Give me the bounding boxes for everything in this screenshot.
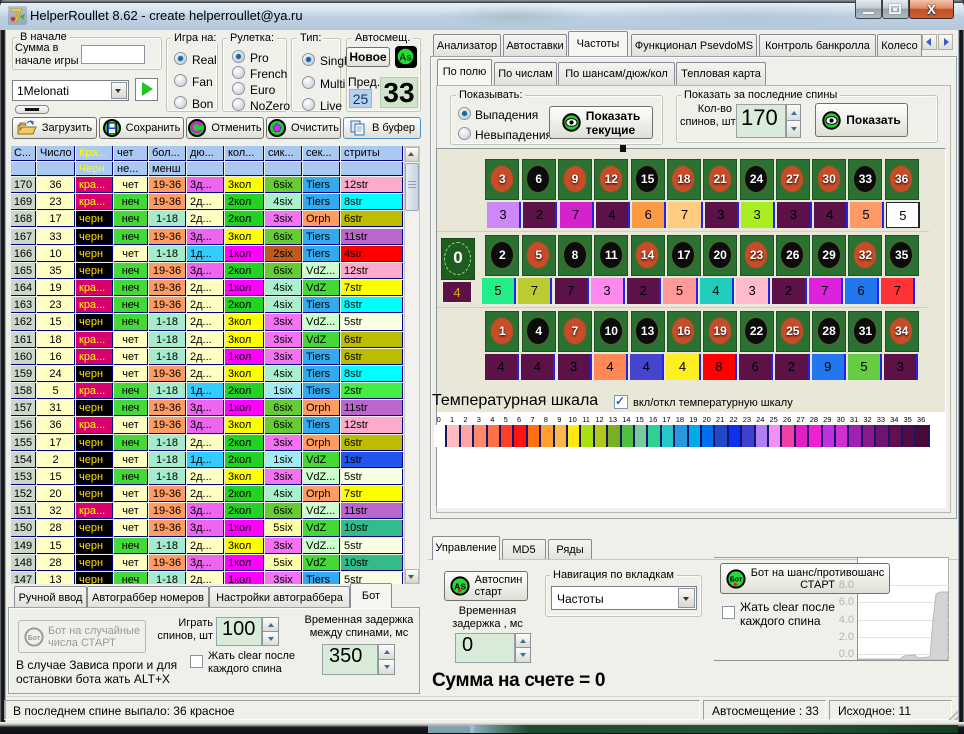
svg-text:Бот: Бот	[729, 576, 742, 583]
svg-text:As: As	[399, 53, 412, 64]
svg-text:Бот: Бот	[28, 635, 41, 642]
